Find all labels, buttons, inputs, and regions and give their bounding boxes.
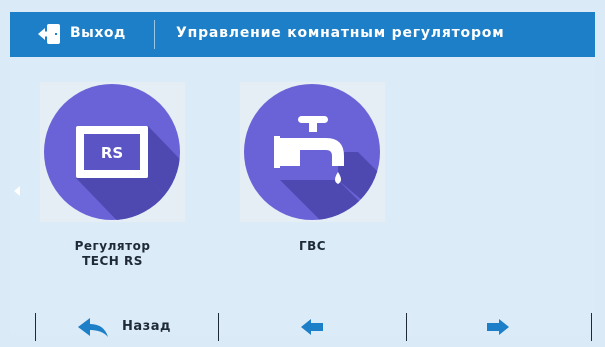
tile-label-tech-rs: Регулятор TECH RS <box>74 239 151 268</box>
next-button[interactable] <box>468 310 528 344</box>
footer-bar: Назад <box>10 310 595 344</box>
side-scroll-left-icon[interactable] <box>14 186 20 196</box>
back-label: Назад <box>122 319 171 334</box>
tile-gvs[interactable]: ГВС <box>240 82 385 253</box>
water-tap-icon <box>244 84 380 220</box>
header-divider <box>154 20 155 49</box>
arrow-right-icon <box>487 319 509 335</box>
previous-button[interactable] <box>282 310 342 344</box>
exit-button[interactable]: Выход <box>10 12 154 57</box>
back-button[interactable]: Назад <box>70 310 200 344</box>
exit-door-icon <box>38 24 60 44</box>
footer-divider <box>406 313 407 341</box>
rs-icon-text: RS <box>101 144 123 162</box>
screen: Выход Управление комнатным регулятором R… <box>10 12 595 341</box>
arrow-left-icon <box>301 319 323 335</box>
header-bar: Выход Управление комнатным регулятором <box>10 12 595 57</box>
footer-divider <box>591 313 592 341</box>
footer-divider <box>218 313 219 341</box>
rs-controller-icon: RS <box>44 84 180 220</box>
tile-label-gvs: ГВС <box>298 239 327 253</box>
page-title: Управление комнатным регулятором <box>176 25 505 41</box>
exit-label: Выход <box>70 25 126 41</box>
footer-divider <box>35 313 36 341</box>
back-arrow-icon <box>78 318 108 337</box>
tile-tech-rs[interactable]: RS Регулятор TECH RS <box>40 82 185 268</box>
